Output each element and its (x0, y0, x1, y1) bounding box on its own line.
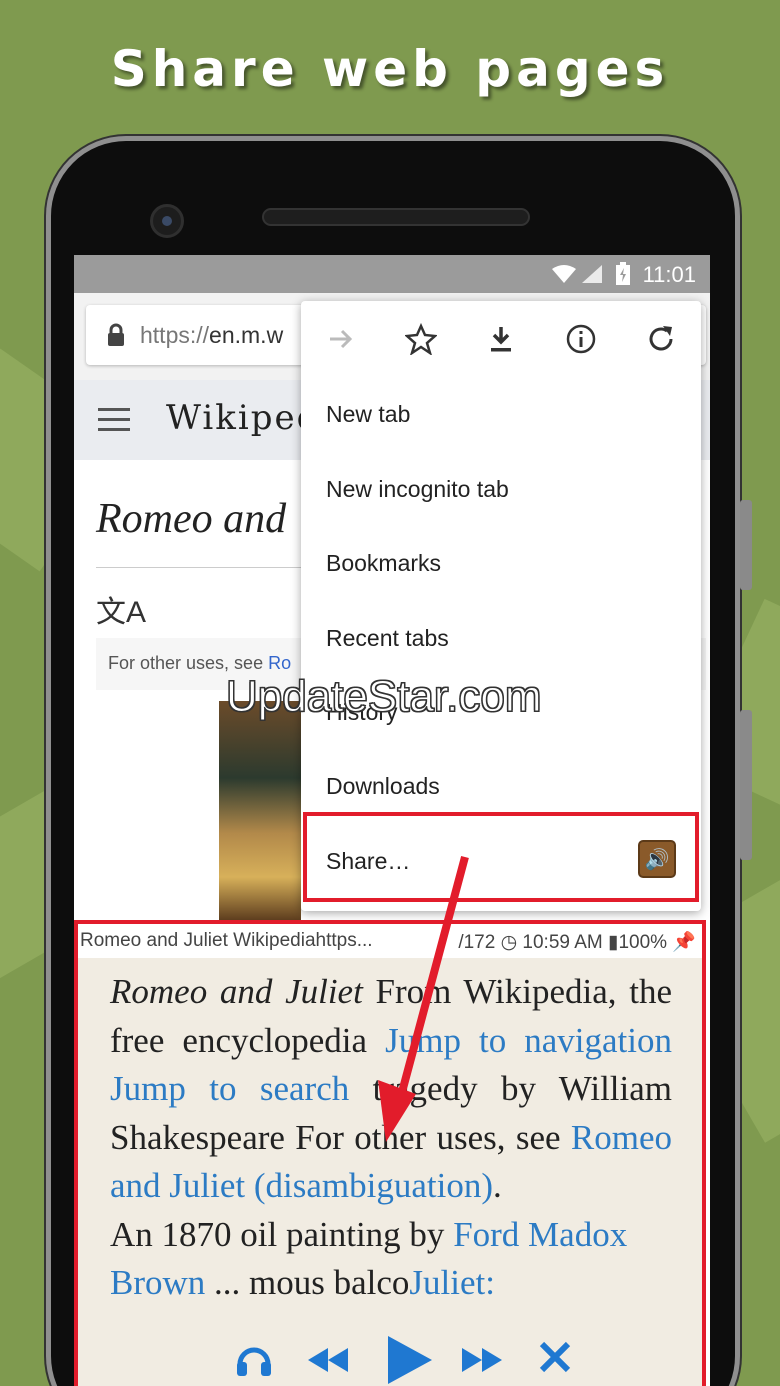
headline: Share web pages (110, 40, 670, 98)
close-icon[interactable] (538, 1340, 572, 1384)
download-icon[interactable] (479, 317, 523, 361)
playback-controls (228, 1334, 578, 1386)
url-text: https://en.m.w (140, 322, 283, 349)
star-icon[interactable] (399, 317, 443, 361)
refresh-icon[interactable] (639, 317, 683, 361)
menu-item-new-tab[interactable]: New tab (326, 401, 410, 428)
power-button (740, 710, 752, 860)
reader-text: Romeo and Juliet From Wikipedia, the fre… (110, 968, 672, 1308)
reader-panel: Romeo and Juliet Wikipediahttps... /172 … (74, 920, 706, 1386)
reader-status-bar: Romeo and Juliet Wikipediahttps... /172 … (78, 924, 702, 958)
headphone-icon[interactable] (234, 1340, 274, 1386)
status-time: 11:01 (642, 262, 696, 287)
reader-link-juliet[interactable]: Juliet: (409, 1263, 495, 1302)
fast-forward-icon[interactable] (460, 1340, 504, 1386)
menu-item-recent-tabs[interactable]: Recent tabs (326, 625, 449, 652)
earpiece-speaker (262, 208, 530, 226)
reader-status-info: /172 ◷ 10:59 AM ▮100% 📌 (458, 930, 696, 954)
volume-button (740, 500, 752, 590)
hatnote-link[interactable]: Ro (268, 653, 291, 673)
rewind-icon[interactable] (306, 1340, 350, 1386)
hatnote-text: For other uses, see (108, 653, 269, 673)
signal-icon (552, 265, 602, 283)
status-bar: 11:01 (74, 255, 710, 293)
battery-icon (616, 262, 630, 285)
reader-paragraph: An 1870 oil painting by Ford Madox Brown… (110, 1211, 672, 1308)
reader-status-details: /172 ◷ 10:59 AM ▮100% (458, 932, 668, 953)
hamburger-menu-icon[interactable] (98, 408, 130, 432)
article-painting (219, 701, 301, 921)
info-icon[interactable] (559, 317, 603, 361)
url-host: en.m.w (209, 322, 284, 348)
language-icon[interactable]: 文A (96, 587, 146, 631)
reader-italic-title: Romeo and Juliet (110, 972, 363, 1011)
forward-icon[interactable] (319, 317, 363, 361)
pin-icon[interactable]: 📌 (672, 932, 696, 953)
voice-reader-app-icon[interactable]: 🔊 (638, 840, 676, 878)
reader-status-title: Romeo and Juliet Wikipediahttps... (80, 930, 373, 951)
menu-item-new-incognito-tab[interactable]: New incognito tab (326, 476, 509, 503)
reader-text-span: An 1870 oil painting by (110, 1214, 454, 1254)
play-icon[interactable] (384, 1334, 434, 1386)
menu-item-downloads[interactable]: Downloads (326, 773, 440, 800)
watermark: UpdateStar.com (226, 672, 542, 722)
menu-item-bookmarks[interactable]: Bookmarks (326, 550, 441, 577)
wikipedia-wordmark: Wikiped (166, 398, 321, 438)
url-scheme: https:// (140, 322, 210, 348)
reader-text-span: ... mous balco (205, 1263, 410, 1302)
menu-icon-row (301, 301, 701, 377)
article-title: Romeo and (96, 496, 287, 542)
lock-icon (108, 323, 124, 346)
reader-paragraph: Romeo and Juliet From Wikipedia, the fre… (110, 968, 672, 1211)
front-camera (150, 204, 184, 238)
reader-text-span: . (492, 1166, 502, 1205)
